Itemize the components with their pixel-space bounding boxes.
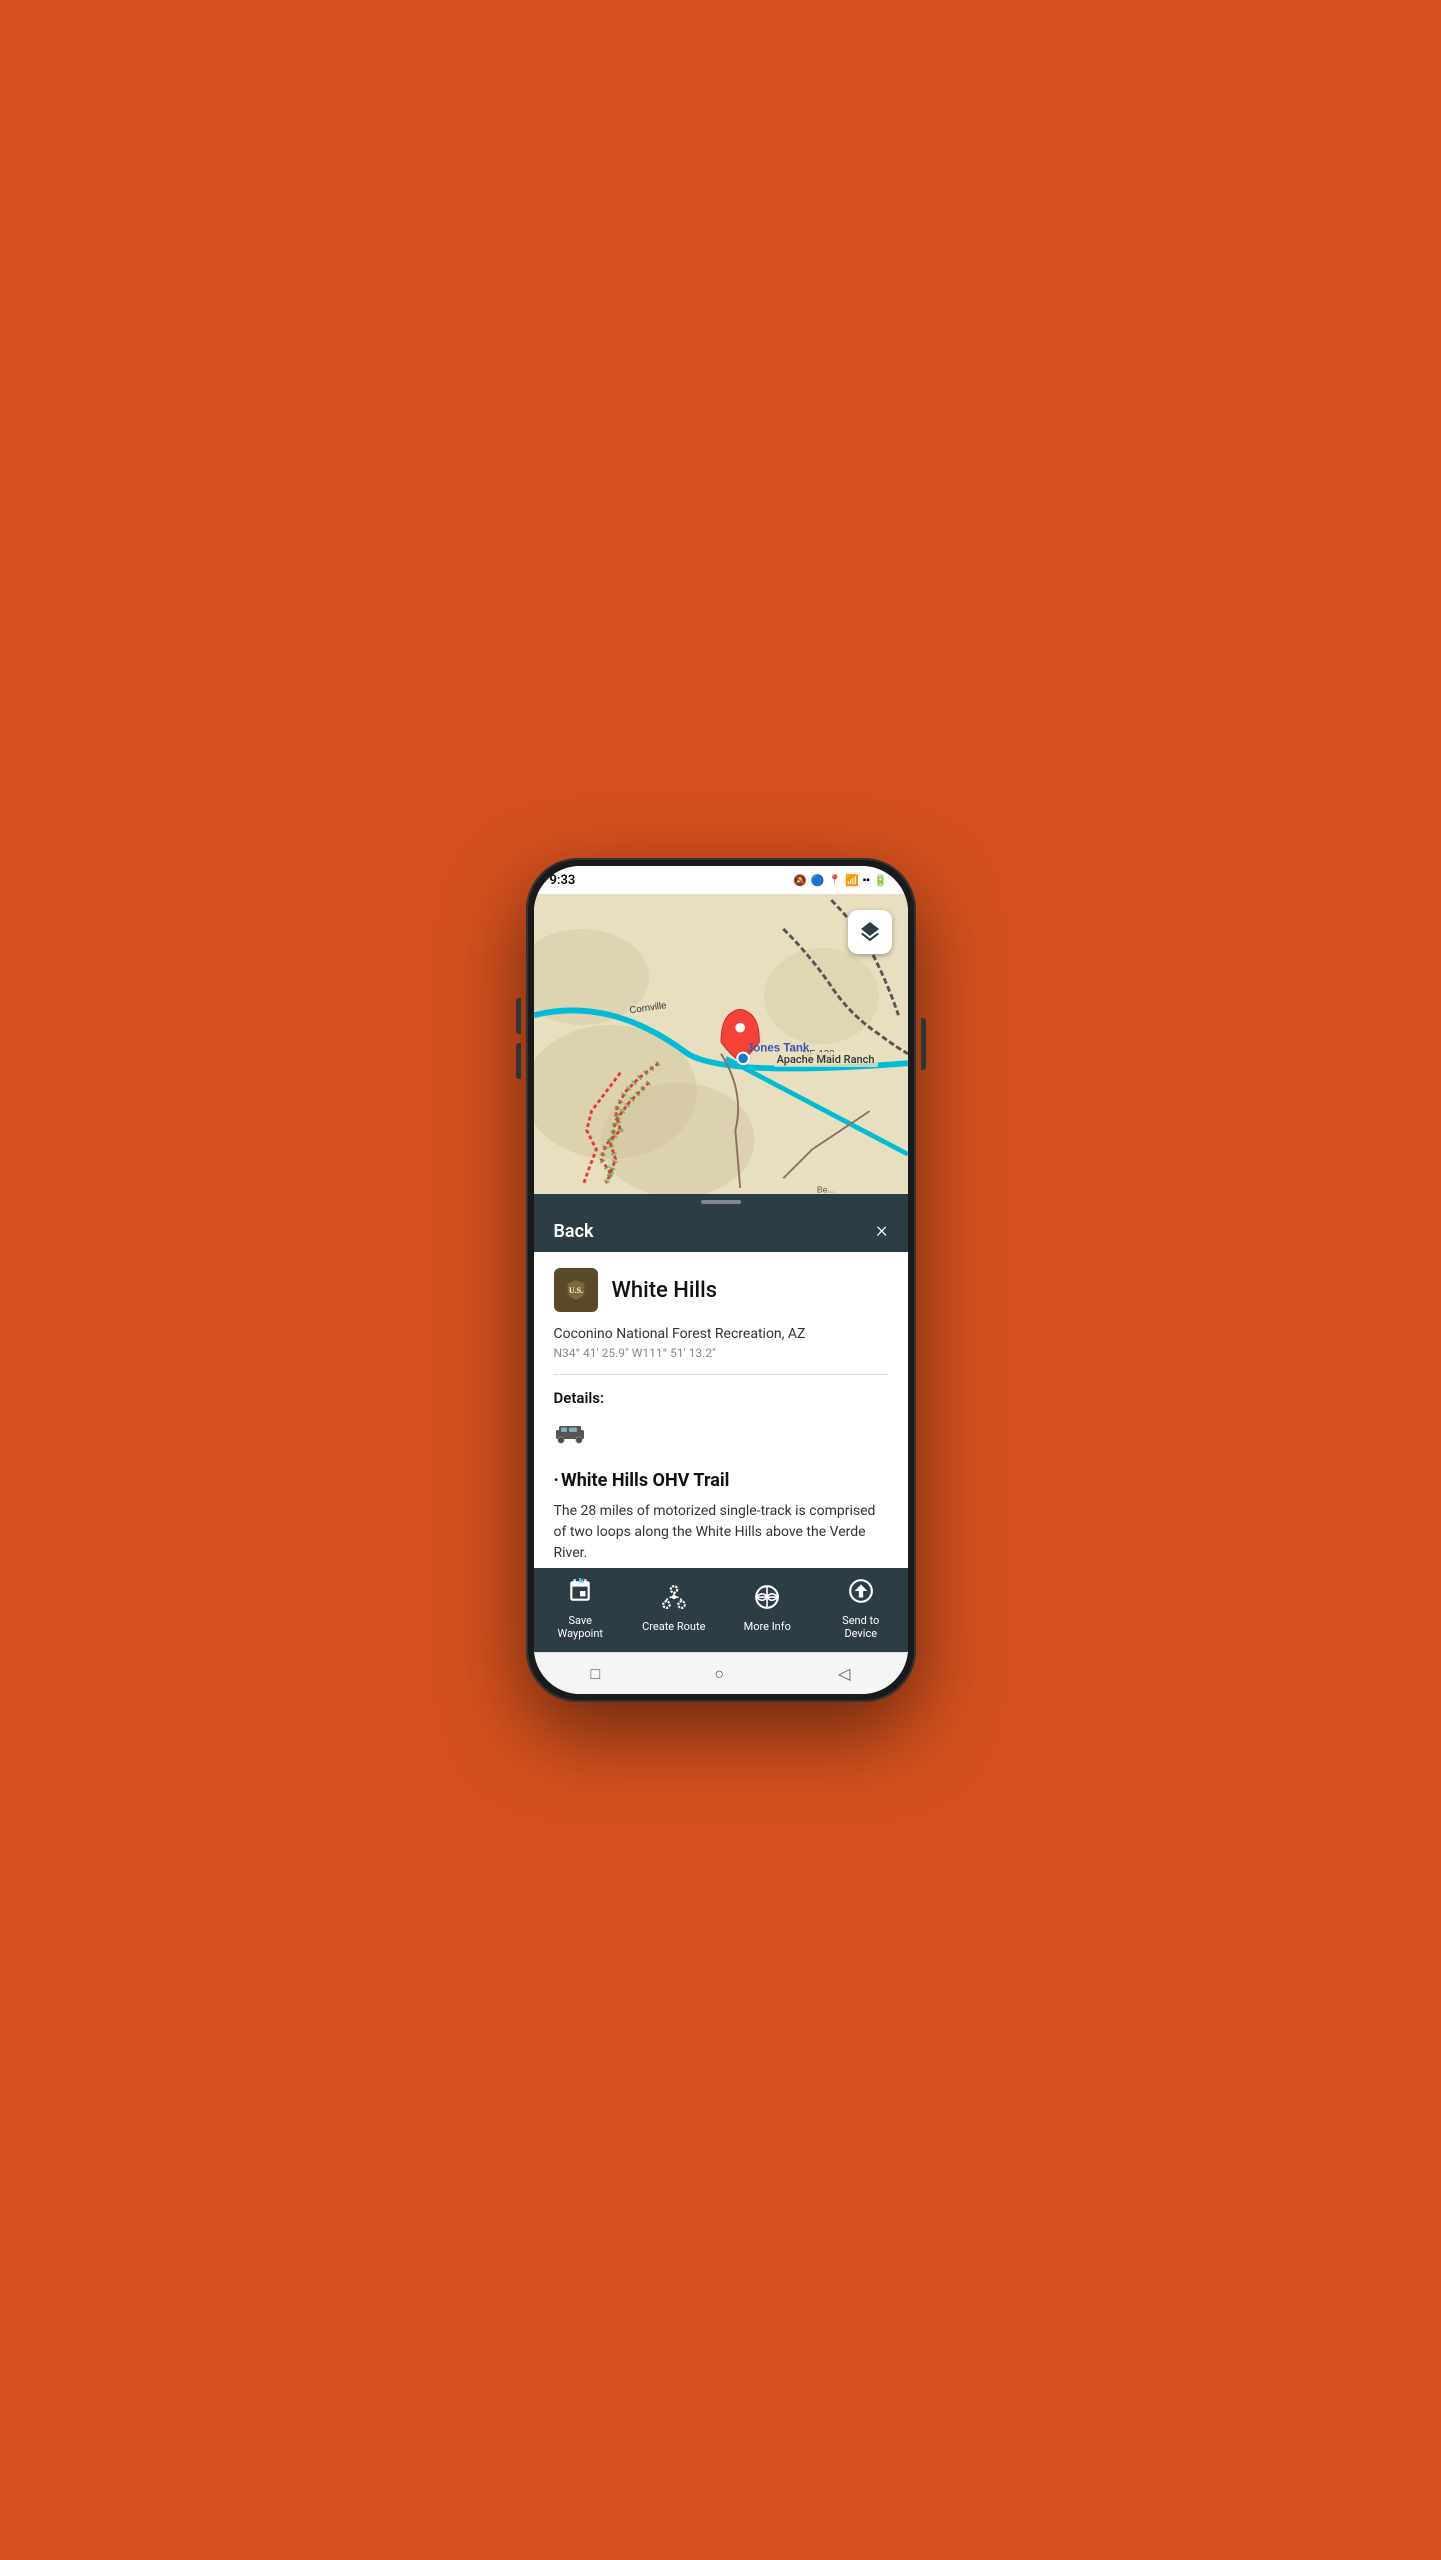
phone-frame: 9:33 🔕 🔵 📍 📶 ▪▪ 🔋 [526, 858, 916, 1702]
drag-handle[interactable] [534, 1194, 908, 1210]
trail-title: White Hills OHV Trail [554, 1470, 888, 1491]
vol-down-button [516, 1043, 521, 1079]
more-info-icon [754, 1584, 780, 1615]
create-route-label: Create Route [642, 1620, 705, 1633]
nav-home-button[interactable]: ○ [714, 1664, 724, 1684]
send-to-device-icon [848, 1578, 874, 1609]
poi-header: U.S. White Hills [554, 1268, 888, 1312]
create-route-icon [661, 1584, 687, 1615]
phone-screen: 9:33 🔕 🔵 📍 📶 ▪▪ 🔋 [534, 866, 908, 1694]
usfs-shield-icon: U.S. [562, 1276, 590, 1304]
content-area[interactable]: U.S. White Hills Coconino National Fores… [534, 1252, 908, 1568]
send-to-device-label: Send toDevice [842, 1614, 879, 1640]
poi-subtitle: Coconino National Forest Recreation, AZ [554, 1326, 888, 1342]
svg-text:U.S.: U.S. [569, 1286, 583, 1295]
status-icons: 🔕 🔵 📍 📶 ▪▪ 🔋 [793, 874, 887, 887]
jeep-icon [554, 1417, 586, 1449]
power-button [921, 1018, 926, 1070]
android-nav-bar: □ ○ ◁ [534, 1652, 908, 1694]
back-button[interactable]: Back [554, 1221, 594, 1242]
poi-coords: N34° 41' 25.9" W111° 51' 13.2" [554, 1346, 888, 1375]
svg-text:Be...: Be... [816, 1185, 834, 1194]
wifi-icon: 📶 [845, 874, 859, 887]
nav-back-button[interactable]: ◁ [838, 1664, 850, 1683]
poi-title: White Hills [612, 1278, 718, 1303]
save-waypoint-button[interactable]: SaveWaypoint [544, 1578, 616, 1640]
details-label: Details: [554, 1389, 888, 1407]
layers-icon [858, 920, 882, 944]
map-view[interactable]: Cornville NF-120 Be... [534, 894, 908, 1194]
mute-icon: 🔕 [793, 874, 807, 887]
drag-handle-bar [701, 1200, 741, 1204]
vol-up-button [516, 998, 521, 1034]
more-info-button[interactable]: More Info [731, 1584, 803, 1633]
vehicle-icon [554, 1417, 888, 1456]
location-icon: 📍 [829, 875, 841, 886]
place-label-apache: Apache Maid Ranch [774, 1052, 878, 1067]
close-button[interactable]: × [876, 1220, 888, 1242]
status-time: 9:33 [550, 873, 576, 888]
save-waypoint-label: SaveWaypoint [558, 1614, 604, 1640]
map-layer-button[interactable] [848, 910, 892, 954]
status-bar: 9:33 🔕 🔵 📍 📶 ▪▪ 🔋 [534, 866, 908, 894]
battery-icon: 🔋 [874, 874, 888, 887]
create-route-button[interactable]: Create Route [638, 1584, 710, 1633]
sheet-header: Back × [534, 1210, 908, 1252]
save-waypoint-icon [567, 1578, 593, 1609]
bluetooth-icon: 🔵 [811, 874, 825, 887]
send-to-device-button[interactable]: Send toDevice [825, 1578, 897, 1640]
bottom-toolbar: SaveWaypoint Create Route [534, 1568, 908, 1652]
trail-description: The 28 miles of motorized single-track i… [554, 1501, 888, 1564]
signal-icon: ▪▪ [863, 875, 870, 886]
poi-icon: U.S. [554, 1268, 598, 1312]
nav-recent-button[interactable]: □ [591, 1664, 601, 1684]
more-info-label: More Info [744, 1620, 791, 1633]
